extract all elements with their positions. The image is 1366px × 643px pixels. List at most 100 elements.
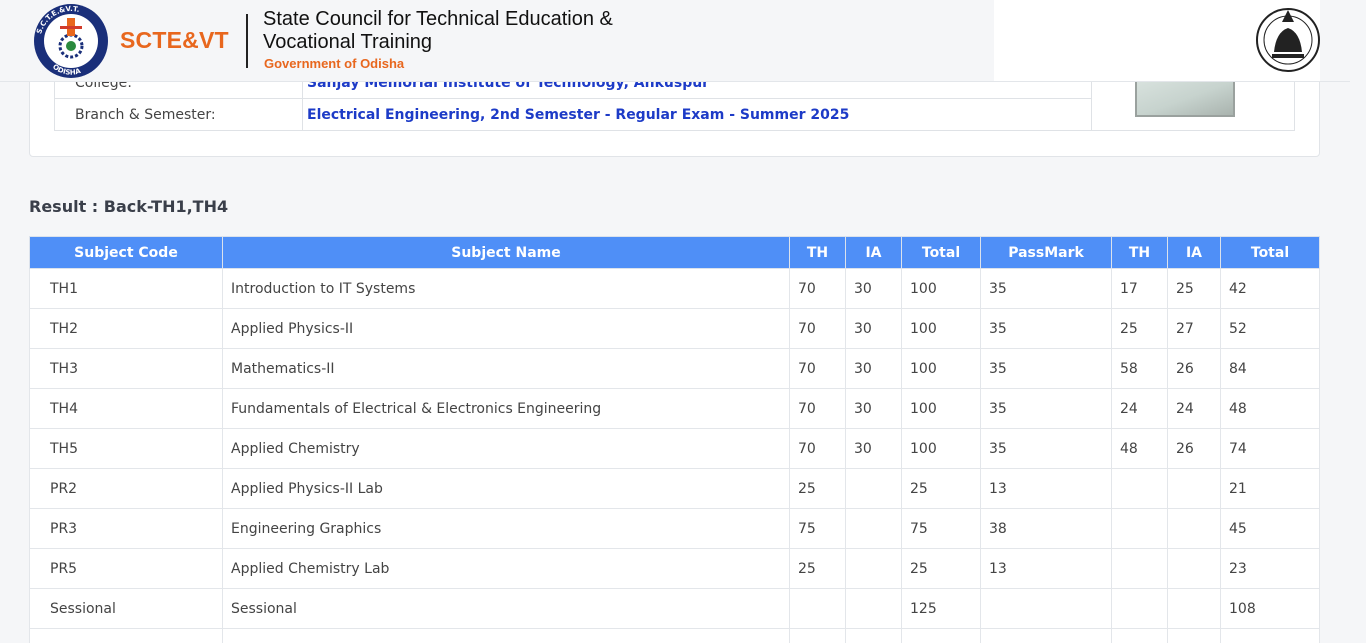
cell-passmark: 13 <box>980 468 1112 509</box>
cell-subject-name: Engineering Graphics <box>222 508 790 549</box>
table-row: TH5 Applied Chemistry 70 30 100 35 48 26 74 <box>29 428 1320 469</box>
cell-total-max: 100 <box>901 388 981 429</box>
cell-ia-max: 30 <box>845 348 902 389</box>
cell-total-max <box>901 628 981 643</box>
cell-passmark: 35 <box>980 308 1112 349</box>
cell-total-max: 100 <box>901 428 981 469</box>
cell-ia-max <box>845 588 902 629</box>
table-row: Sessional Sessional 125 108 <box>29 588 1320 629</box>
brand-name: SCTE&VT <box>120 27 229 53</box>
cell-th-max: 75 <box>789 508 846 549</box>
cell-ia-obtained: 26 <box>1167 348 1221 389</box>
cell-total-obtained: 74 <box>1220 428 1320 469</box>
cell-total-max: 100 <box>901 348 981 389</box>
table-row: TH1 Introduction to IT Systems 70 30 100 35 17… <box>29 268 1320 309</box>
table-row: TH4 Fundamentals of Electrical & Electron… <box>29 388 1320 429</box>
cell-ia-obtained <box>1167 508 1221 549</box>
cell-th-obtained: 48 <box>1111 428 1168 469</box>
cell-ia-obtained: 26 <box>1167 428 1221 469</box>
cell-th-obtained <box>1111 508 1168 549</box>
cell-ia-obtained: 25 <box>1167 268 1221 309</box>
cell-subject-code <box>29 628 223 643</box>
cell-total-max: 25 <box>901 548 981 589</box>
cell-subject-code: TH1 <box>29 268 223 309</box>
org-name-line2: Vocational Training <box>263 31 433 53</box>
brand-divider <box>246 14 248 68</box>
cell-passmark: 35 <box>980 388 1112 429</box>
cell-total-obtained: 23 <box>1220 548 1320 589</box>
marks-table-header-row: Subject Code Subject Name TH IA Total Pa… <box>29 236 1320 269</box>
cell-subject-code: PR3 <box>29 508 223 549</box>
col-th-obtained: TH <box>1111 236 1168 269</box>
cell-th-obtained: 25 <box>1111 308 1168 349</box>
cell-total-obtained <box>1220 628 1320 643</box>
cell-th-max: 70 <box>789 348 846 389</box>
col-subject-name: Subject Name <box>222 236 790 269</box>
table-row: TH3 Mathematics-II 70 30 100 35 58 26 84 <box>29 348 1320 389</box>
cell-subject-code: TH2 <box>29 308 223 349</box>
cell-total-obtained: 52 <box>1220 308 1320 349</box>
table-row: PR3 Engineering Graphics 75 75 38 45 <box>29 508 1320 549</box>
table-row <box>29 628 1320 643</box>
cell-total-obtained: 21 <box>1220 468 1320 509</box>
cell-subject-code: PR2 <box>29 468 223 509</box>
cell-passmark <box>980 628 1112 643</box>
cell-ia-obtained <box>1167 588 1221 629</box>
cell-subject-name: Applied Chemistry Lab <box>222 548 790 589</box>
cell-subject-name: Fundamentals of Electrical & Electronics… <box>222 388 790 429</box>
result-heading: Result : Back-TH1,TH4 <box>29 197 229 216</box>
government-label: Government of Odisha <box>264 56 405 71</box>
cell-subject-code: PR5 <box>29 548 223 589</box>
cell-total-max: 100 <box>901 308 981 349</box>
cell-th-max: 70 <box>789 388 846 429</box>
cell-th-obtained <box>1111 548 1168 589</box>
cell-subject-code: TH5 <box>29 428 223 469</box>
table-row: PR5 Applied Chemistry Lab 25 25 13 23 <box>29 548 1320 589</box>
cell-subject-name: Applied Physics-II Lab <box>222 468 790 509</box>
cell-subject-code: Sessional <box>29 588 223 629</box>
cell-th-max: 70 <box>789 428 846 469</box>
col-total-max: Total <box>901 236 981 269</box>
cell-total-obtained: 84 <box>1220 348 1320 389</box>
cell-total-max: 75 <box>901 508 981 549</box>
cell-th-obtained: 24 <box>1111 388 1168 429</box>
scte-logo-icon: S.C.T.E.&V.T. ODISHA <box>34 4 108 78</box>
cell-passmark: 35 <box>980 428 1112 469</box>
cell-ia-max: 30 <box>845 308 902 349</box>
cell-passmark: 38 <box>980 508 1112 549</box>
cell-th-max: 70 <box>789 268 846 309</box>
cell-th-obtained: 58 <box>1111 348 1168 389</box>
cell-ia-max <box>845 468 902 509</box>
marks-table-body: TH1 Introduction to IT Systems 70 30 100 35 17… <box>29 268 1320 643</box>
odisha-emblem-icon <box>1256 8 1320 72</box>
cell-subject-name: Applied Physics-II <box>222 308 790 349</box>
cell-subject-name: Mathematics-II <box>222 348 790 389</box>
cell-th-max: 70 <box>789 308 846 349</box>
branch-label: Branch & Semester: <box>54 98 303 131</box>
col-ia-max: IA <box>845 236 902 269</box>
cell-th-max <box>789 588 846 629</box>
cell-passmark: 35 <box>980 348 1112 389</box>
cell-total-max: 25 <box>901 468 981 509</box>
cell-th-obtained <box>1111 588 1168 629</box>
cell-ia-obtained: 24 <box>1167 388 1221 429</box>
cell-ia-max: 30 <box>845 428 902 469</box>
cell-total-obtained: 108 <box>1220 588 1320 629</box>
cell-ia-obtained: 27 <box>1167 308 1221 349</box>
table-row: PR2 Applied Physics-II Lab 25 25 13 21 <box>29 468 1320 509</box>
cell-total-obtained: 45 <box>1220 508 1320 549</box>
cell-ia-obtained <box>1167 628 1221 643</box>
cell-ia-max: 30 <box>845 388 902 429</box>
cell-ia-max <box>845 628 902 643</box>
cell-subject-name: Introduction to IT Systems <box>222 268 790 309</box>
cell-total-obtained: 42 <box>1220 268 1320 309</box>
cell-ia-max <box>845 548 902 589</box>
branch-value: Electrical Engineering, 2nd Semester - R… <box>302 98 1092 131</box>
cell-total-max: 100 <box>901 268 981 309</box>
col-passmark: PassMark <box>980 236 1112 269</box>
col-subject-code: Subject Code <box>29 236 223 269</box>
cell-total-obtained: 48 <box>1220 388 1320 429</box>
cell-subject-name: Sessional <box>222 588 790 629</box>
col-total-obtained: Total <box>1220 236 1320 269</box>
cell-ia-obtained <box>1167 468 1221 509</box>
